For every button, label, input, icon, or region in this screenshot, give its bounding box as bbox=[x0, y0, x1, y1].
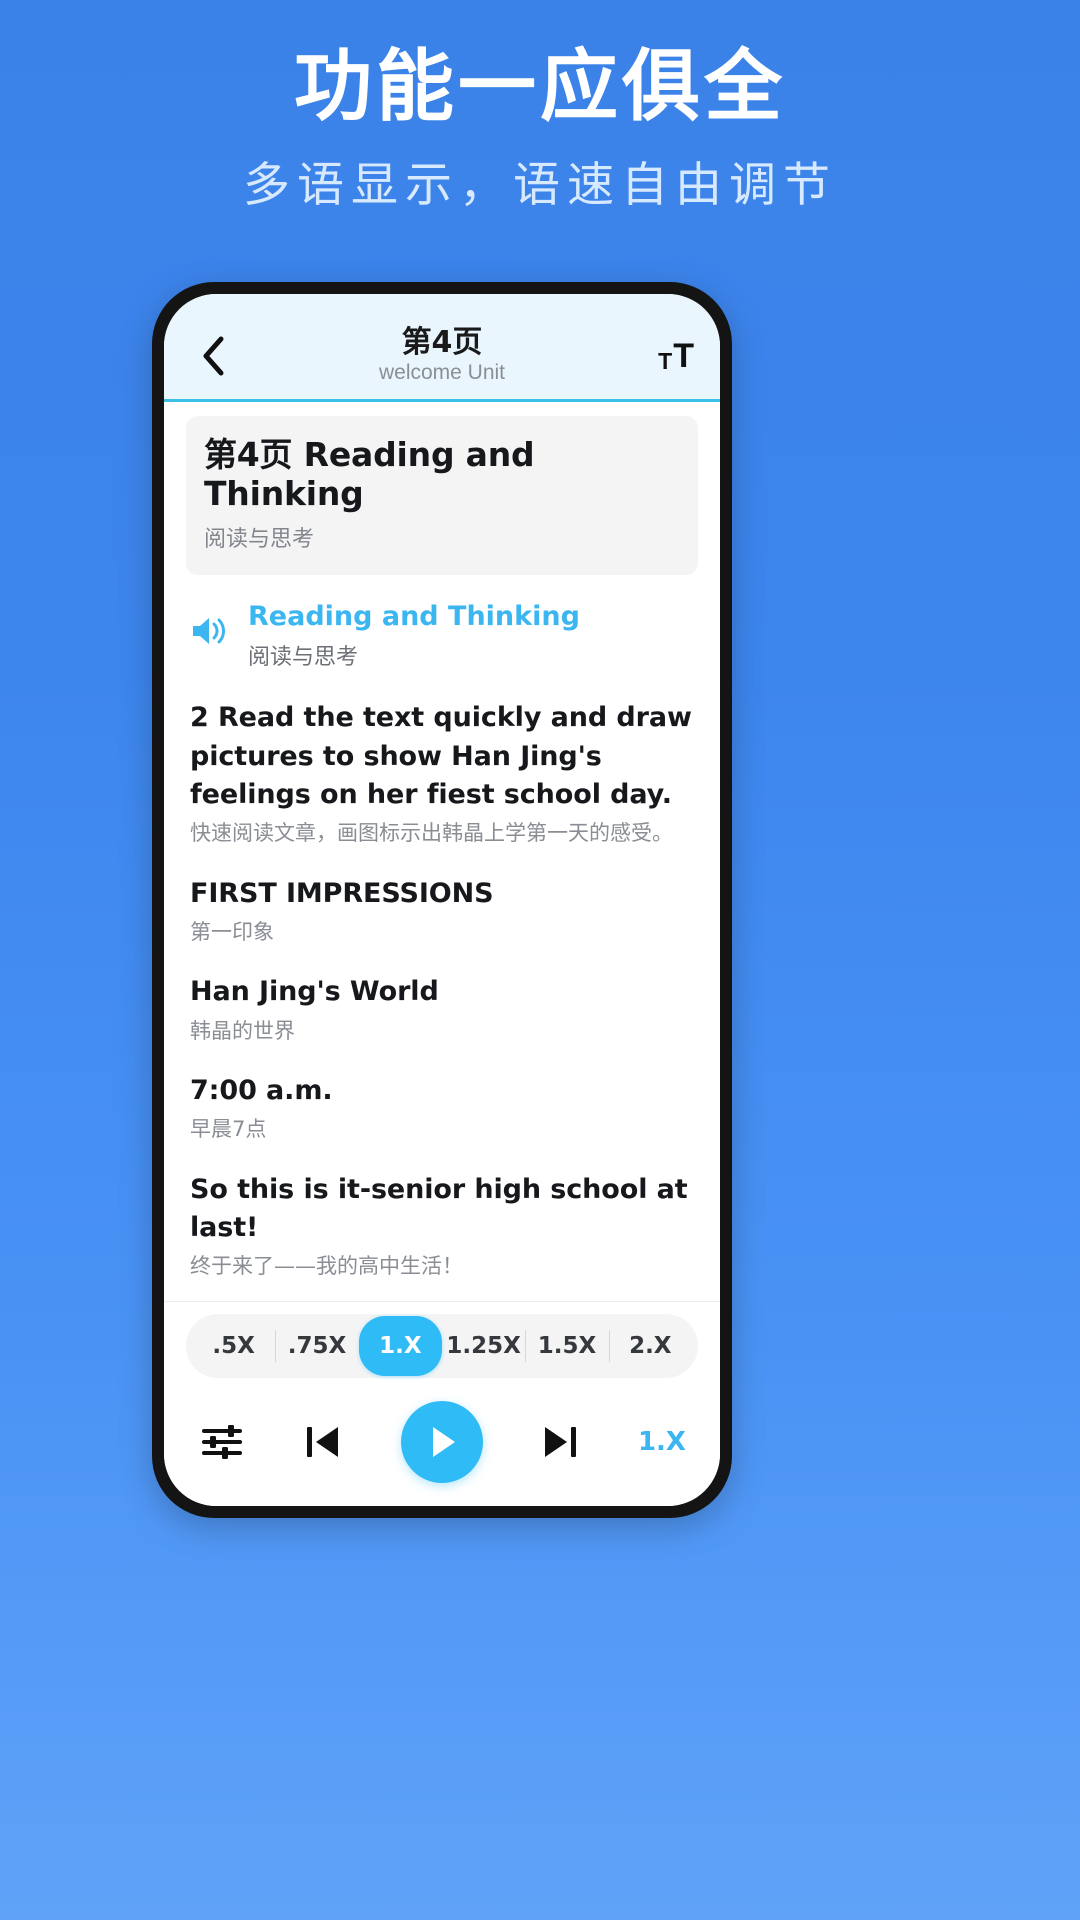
paragraph-en: So this is it-senior high school at last… bbox=[190, 1173, 688, 1243]
page-subtitle: welcome Unit bbox=[378, 361, 506, 385]
speaker-icon[interactable] bbox=[190, 613, 230, 654]
paragraph-zh: 终于来了——我的高中生活！ bbox=[190, 1254, 463, 1279]
paragraph-en: FIRST IMPRESSIONS bbox=[190, 877, 494, 909]
skip-previous-icon bbox=[307, 1427, 339, 1457]
paragraph-zh: 快速阅读文章，画图标示出韩晶上学第一天的感受。 bbox=[190, 821, 673, 846]
settings-button[interactable] bbox=[198, 1420, 246, 1464]
skip-next-icon bbox=[545, 1427, 577, 1457]
phone-mockup: 第4页 welcome Unit T T 第4页 Reading and Thi… bbox=[152, 282, 732, 1518]
phone-screen: 第4页 welcome Unit T T 第4页 Reading and Thi… bbox=[164, 294, 720, 1506]
paragraph-block[interactable]: Han Jing's World 韩晶的世界 bbox=[186, 973, 698, 1045]
speed-option-2[interactable]: 1.X bbox=[358, 1316, 442, 1376]
speed-option-3[interactable]: 1.25X bbox=[442, 1314, 525, 1378]
promo-header: 功能一应俱全 多语显示，语速自由调节 bbox=[0, 0, 1080, 212]
play-button-circle bbox=[400, 1401, 483, 1483]
font-size-small-glyph: T bbox=[658, 347, 673, 374]
paragraph-block[interactable]: 2 Read the text quickly and draw picture… bbox=[186, 699, 698, 847]
promo-subtitle: 多语显示，语速自由调节 bbox=[243, 158, 837, 213]
paragraph-zh: 第一印象 bbox=[190, 919, 274, 944]
play-icon bbox=[432, 1427, 455, 1457]
paragraph-zh: 早晨7点 bbox=[190, 1117, 267, 1142]
navbar-title-group: 第4页 welcome Unit bbox=[164, 326, 720, 386]
speed-option-0[interactable]: .5X bbox=[192, 1314, 275, 1378]
player-controls: 1.X bbox=[164, 1388, 720, 1506]
paragraph-en: 2 Read the text quickly and draw picture… bbox=[190, 702, 692, 810]
paragraph-block[interactable]: So this is it-senior high school at last… bbox=[186, 1171, 698, 1281]
lesson-title-card: 第4页 Reading and Thinking 阅读与思考 bbox=[186, 416, 698, 575]
sliders-icon bbox=[202, 1425, 242, 1459]
page-title: 第4页 bbox=[401, 324, 483, 360]
paragraph-zh: 韩晶的世界 bbox=[190, 1018, 295, 1043]
app-navbar: 第4页 welcome Unit T T bbox=[164, 294, 720, 402]
paragraph-block[interactable]: FIRST IMPRESSIONS 第一印象 bbox=[186, 875, 698, 947]
promo-title: 功能一应俱全 bbox=[293, 42, 786, 132]
audio-title-en: Reading and Thinking bbox=[248, 600, 580, 632]
paragraph-en: 7:00 a.m. bbox=[190, 1074, 333, 1106]
chevron-left-icon bbox=[203, 336, 224, 375]
font-size-button[interactable]: T T bbox=[658, 339, 694, 373]
speed-option-5[interactable]: 2.X bbox=[608, 1314, 692, 1378]
lesson-title-en: 第4页 Reading and Thinking bbox=[204, 435, 535, 513]
paragraph-en: Han Jing's World bbox=[190, 976, 439, 1008]
playback-rate-button[interactable]: 1.X bbox=[638, 1427, 686, 1457]
speed-selector: .5X .75X 1.X 1.25X 1.5X 2.X bbox=[164, 1301, 720, 1388]
lesson-title-zh: 阅读与思考 bbox=[204, 526, 315, 552]
speed-options-bar: .5X .75X 1.X 1.25X 1.5X 2.X bbox=[186, 1314, 698, 1378]
lesson-content[interactable]: 第4页 Reading and Thinking 阅读与思考 Reading a… bbox=[164, 402, 720, 1301]
next-button[interactable] bbox=[537, 1420, 583, 1464]
font-size-large-glyph: T bbox=[673, 336, 694, 375]
audio-title-zh: 阅读与思考 bbox=[248, 645, 359, 671]
audio-section-row[interactable]: Reading and Thinking 阅读与思考 bbox=[186, 601, 698, 671]
speed-option-1[interactable]: .75X bbox=[275, 1314, 358, 1378]
back-button[interactable] bbox=[190, 333, 236, 379]
previous-button[interactable] bbox=[300, 1420, 346, 1464]
play-button[interactable] bbox=[400, 1401, 483, 1483]
audio-text-group: Reading and Thinking 阅读与思考 bbox=[248, 601, 580, 671]
paragraph-block[interactable]: 7:00 a.m. 早晨7点 bbox=[186, 1072, 698, 1144]
speed-option-4[interactable]: 1.5X bbox=[525, 1314, 608, 1378]
